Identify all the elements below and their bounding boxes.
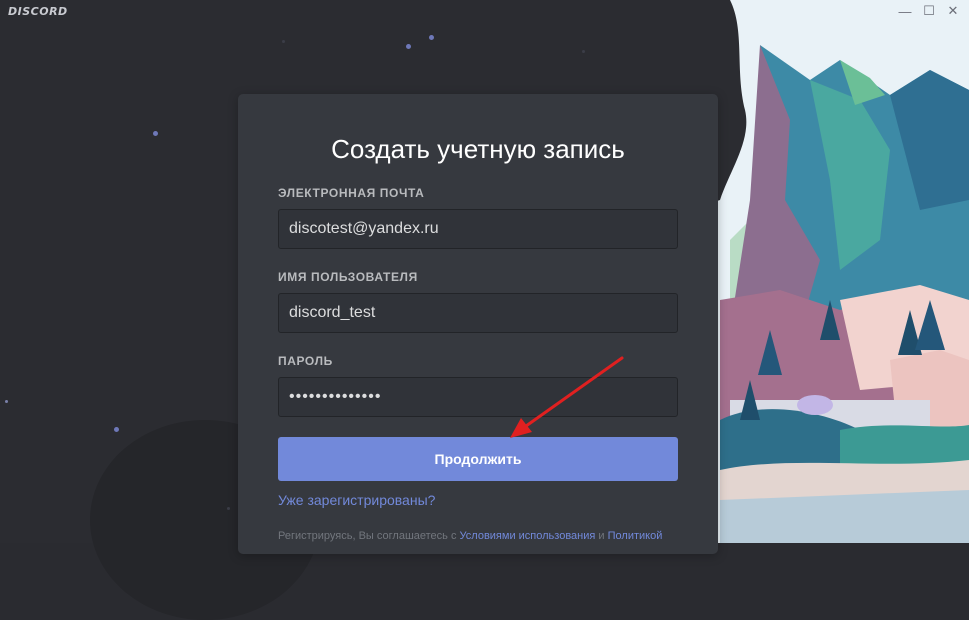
star-decoration <box>5 400 8 403</box>
register-card: Создать учетную запись ЭЛЕКТРОННАЯ ПОЧТА… <box>238 94 718 554</box>
annotation-arrow <box>510 356 624 438</box>
star-decoration <box>429 35 434 40</box>
star-decoration <box>406 44 411 49</box>
window-controls: — ☐ ✕ <box>895 0 963 22</box>
tos-prefix: Регистрируясь, Вы соглашаетесь с <box>278 530 457 542</box>
already-registered-link[interactable]: Уже зарегистрированы? <box>278 492 435 508</box>
maximize-button[interactable]: ☐ <box>919 0 939 22</box>
tos-text: Регистрируясь, Вы соглашаетесь с Условия… <box>278 530 662 542</box>
discord-logo: DISCORD <box>8 5 68 18</box>
email-label: ЭЛЕКТРОННАЯ ПОЧТА <box>278 186 425 200</box>
star-decoration <box>114 427 119 432</box>
minimize-button[interactable]: — <box>895 0 915 22</box>
privacy-link[interactable]: Политикой <box>608 530 663 542</box>
tos-link[interactable]: Условиями использования <box>460 530 596 542</box>
username-value: discord_test <box>289 304 376 321</box>
username-label: ИМЯ ПОЛЬЗОВАТЕЛЯ <box>278 270 418 284</box>
page-title: Создать учетную запись <box>331 134 625 164</box>
star-decoration <box>282 40 285 43</box>
password-value: •••••••••••••• <box>289 388 382 405</box>
tos-and: и <box>598 530 605 542</box>
star-decoration <box>582 50 585 53</box>
username-field[interactable]: discord_test <box>278 293 678 333</box>
star-decoration <box>153 131 158 136</box>
close-button[interactable]: ✕ <box>943 0 963 22</box>
email-value: discotest@yandex.ru <box>289 220 439 237</box>
email-field[interactable]: discotest@yandex.ru <box>278 209 678 249</box>
continue-button[interactable]: Продолжить <box>278 437 678 481</box>
star-decoration <box>227 507 230 510</box>
password-label: ПАРОЛЬ <box>278 354 333 368</box>
illustration-scene <box>690 0 969 543</box>
